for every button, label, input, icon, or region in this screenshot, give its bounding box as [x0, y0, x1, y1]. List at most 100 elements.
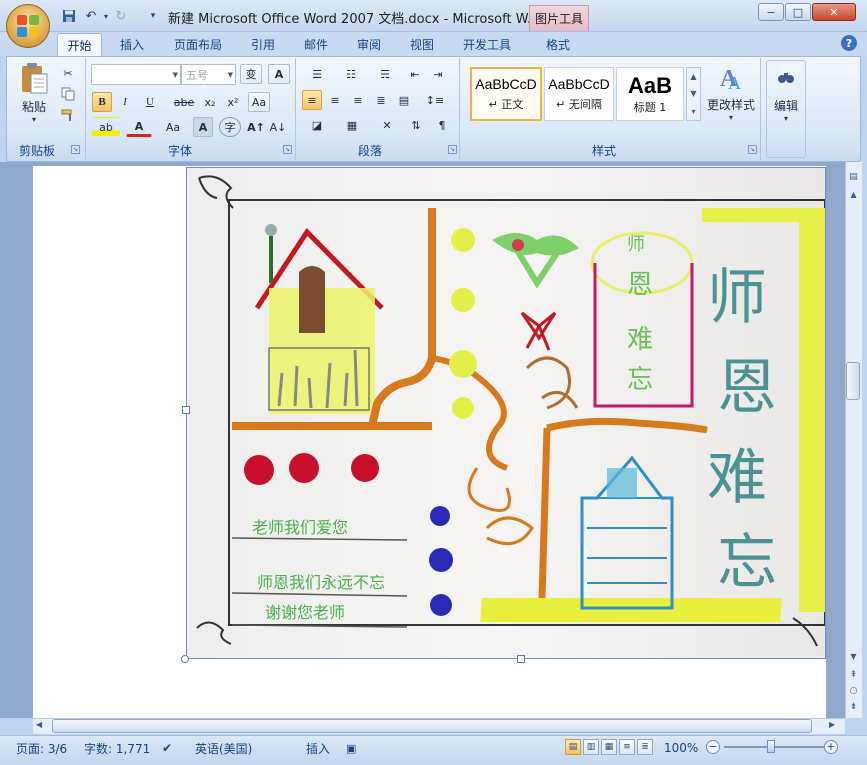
justify-icon[interactable]: ≣: [371, 90, 391, 110]
insert-mode-status[interactable]: 插入: [306, 739, 330, 757]
phonetic-guide-button[interactable]: 变: [240, 64, 262, 84]
close-button[interactable]: ✕: [812, 3, 856, 21]
page-count-status[interactable]: 页面: 3/6: [16, 739, 67, 757]
previous-page-icon[interactable]: ⇞: [845, 670, 862, 684]
tab-home[interactable]: 开始: [57, 33, 102, 56]
italic-button[interactable]: I: [115, 92, 135, 112]
char-border-button[interactable]: A: [268, 64, 290, 84]
subscript-button[interactable]: x₂: [199, 92, 221, 112]
grow-font-button[interactable]: A↑: [246, 117, 266, 137]
help-icon[interactable]: ?: [841, 35, 857, 51]
zoom-in-icon[interactable]: +: [824, 740, 838, 754]
poster-title-char-3: 难: [707, 443, 767, 513]
tab-developer[interactable]: 开发工具: [453, 33, 521, 56]
paragraph-group-label: 段落: [357, 144, 382, 158]
font-launcher-icon[interactable]: ↘: [283, 145, 292, 154]
web-layout-icon[interactable]: ▦: [601, 739, 617, 755]
vertical-scrollbar[interactable]: [845, 162, 862, 718]
shrink-font-button[interactable]: A↓: [268, 117, 288, 137]
tab-mailings[interactable]: 邮件: [294, 33, 338, 56]
macro-record-icon[interactable]: ▣: [346, 739, 356, 757]
scroll-up-icon[interactable]: ▲: [845, 190, 862, 204]
paste-button[interactable]: 粘贴 ▾: [14, 62, 54, 134]
sort-icon[interactable]: ⇅: [406, 115, 426, 135]
tab-review[interactable]: 审阅: [347, 33, 391, 56]
full-screen-reading-icon[interactable]: ▥: [583, 739, 599, 755]
shading-icon[interactable]: ◪: [302, 115, 332, 135]
change-styles-button[interactable]: AA 更改样式 ▾: [704, 62, 758, 132]
maximize-button[interactable]: □: [785, 3, 811, 21]
cut-icon[interactable]: ✂: [58, 63, 78, 83]
zoom-level[interactable]: 100%: [664, 739, 698, 757]
char-shading-button[interactable]: A: [193, 117, 213, 137]
numbering-icon[interactable]: ☷: [336, 64, 366, 84]
zoom-slider-thumb[interactable]: [767, 740, 775, 753]
redo-icon[interactable]: ↻: [112, 7, 130, 25]
style-heading-1-sample: AaB: [627, 73, 672, 98]
scroll-left-icon[interactable]: ◀: [36, 720, 48, 732]
align-center-icon[interactable]: ≡: [325, 90, 345, 110]
paste-dropdown-icon[interactable]: ▾: [32, 115, 36, 124]
tab-references[interactable]: 引用: [240, 33, 286, 56]
borders-icon[interactable]: ▦: [336, 115, 368, 135]
align-right-icon[interactable]: ≡: [348, 90, 368, 110]
resize-handle-left[interactable]: [182, 406, 190, 414]
chinese-layout-icon[interactable]: ✕: [372, 115, 402, 135]
proofing-icon[interactable]: ✔: [162, 739, 172, 757]
underline-button[interactable]: U: [138, 92, 162, 112]
scroll-right-icon[interactable]: ▶: [829, 720, 841, 732]
tab-insert[interactable]: 插入: [110, 33, 154, 56]
inserted-picture[interactable]: 师 恩 难 忘 师 恩 难 忘 老师我们爱您 师恩我们永远不忘 谢谢您老师: [186, 167, 826, 659]
superscript-button[interactable]: x²: [222, 92, 244, 112]
highlight-button[interactable]: ab: [92, 117, 120, 137]
customize-qat-icon[interactable]: ▾: [144, 7, 162, 25]
ruler-toggle-icon[interactable]: ▤: [845, 172, 862, 186]
font-color-button[interactable]: A: [126, 117, 152, 137]
resize-handle-bottom-left[interactable]: [181, 655, 189, 663]
font-name-combo[interactable]: ▼: [91, 64, 181, 85]
scroll-down-icon[interactable]: ▼: [845, 652, 862, 666]
tab-format[interactable]: 格式: [535, 33, 581, 56]
resize-handle-bottom[interactable]: [517, 655, 525, 663]
line-spacing-icon[interactable]: ↕≡: [420, 90, 450, 110]
align-left-icon[interactable]: ≡: [302, 90, 322, 110]
save-icon[interactable]: [60, 7, 78, 25]
increase-indent-icon[interactable]: ⇥: [428, 64, 448, 84]
bold-button[interactable]: B: [92, 92, 112, 112]
decrease-indent-icon[interactable]: ⇤: [405, 64, 425, 84]
multilevel-list-icon[interactable]: ☴: [370, 64, 400, 84]
tab-page-layout[interactable]: 页面布局: [164, 33, 232, 56]
styles-gallery-scroll[interactable]: ▲ ▼ ▾: [686, 67, 701, 121]
show-marks-icon[interactable]: ¶: [432, 115, 452, 135]
next-page-icon[interactable]: ⇟: [845, 702, 862, 716]
outline-view-icon[interactable]: ≡: [619, 739, 635, 755]
font-size-combo[interactable]: 五号 ▼: [181, 64, 236, 85]
enclose-chars-button[interactable]: 字: [219, 117, 241, 137]
clear-formatting-button[interactable]: Aa: [248, 92, 270, 112]
change-case-button[interactable]: Aa: [158, 117, 188, 137]
tab-view[interactable]: 视图: [400, 33, 444, 56]
paragraph-launcher-icon[interactable]: ↘: [448, 145, 457, 154]
distributed-icon[interactable]: ▤: [394, 90, 414, 110]
style-no-spacing[interactable]: AaBbCcD ↵ 无间隔: [544, 67, 614, 121]
style-heading-1[interactable]: AaB 标题 1: [616, 67, 684, 121]
minimize-button[interactable]: −: [758, 3, 784, 21]
bullets-icon[interactable]: ☰: [302, 64, 332, 84]
editing-button[interactable]: 编辑 ▾: [766, 60, 806, 158]
office-logo-icon: [17, 15, 39, 37]
format-painter-icon[interactable]: [58, 105, 78, 125]
copy-icon[interactable]: [58, 84, 78, 104]
horizontal-scroll-thumb[interactable]: [52, 719, 812, 733]
vertical-scroll-thumb[interactable]: [846, 362, 860, 400]
zoom-out-icon[interactable]: −: [706, 740, 720, 754]
styles-launcher-icon[interactable]: ↘: [748, 145, 757, 154]
strikethrough-button[interactable]: abe: [171, 92, 197, 112]
print-layout-view-icon[interactable]: ▤: [565, 739, 581, 755]
word-count-status[interactable]: 字数: 1,771: [84, 739, 150, 757]
office-button[interactable]: [6, 4, 50, 48]
style-normal[interactable]: AaBbCcD ↵ 正文: [470, 67, 542, 121]
language-status[interactable]: 英语(美国): [195, 739, 252, 757]
draft-view-icon[interactable]: ≣: [637, 739, 653, 755]
select-browse-object-icon[interactable]: ○: [845, 686, 862, 700]
clipboard-launcher-icon[interactable]: ↘: [71, 145, 80, 154]
